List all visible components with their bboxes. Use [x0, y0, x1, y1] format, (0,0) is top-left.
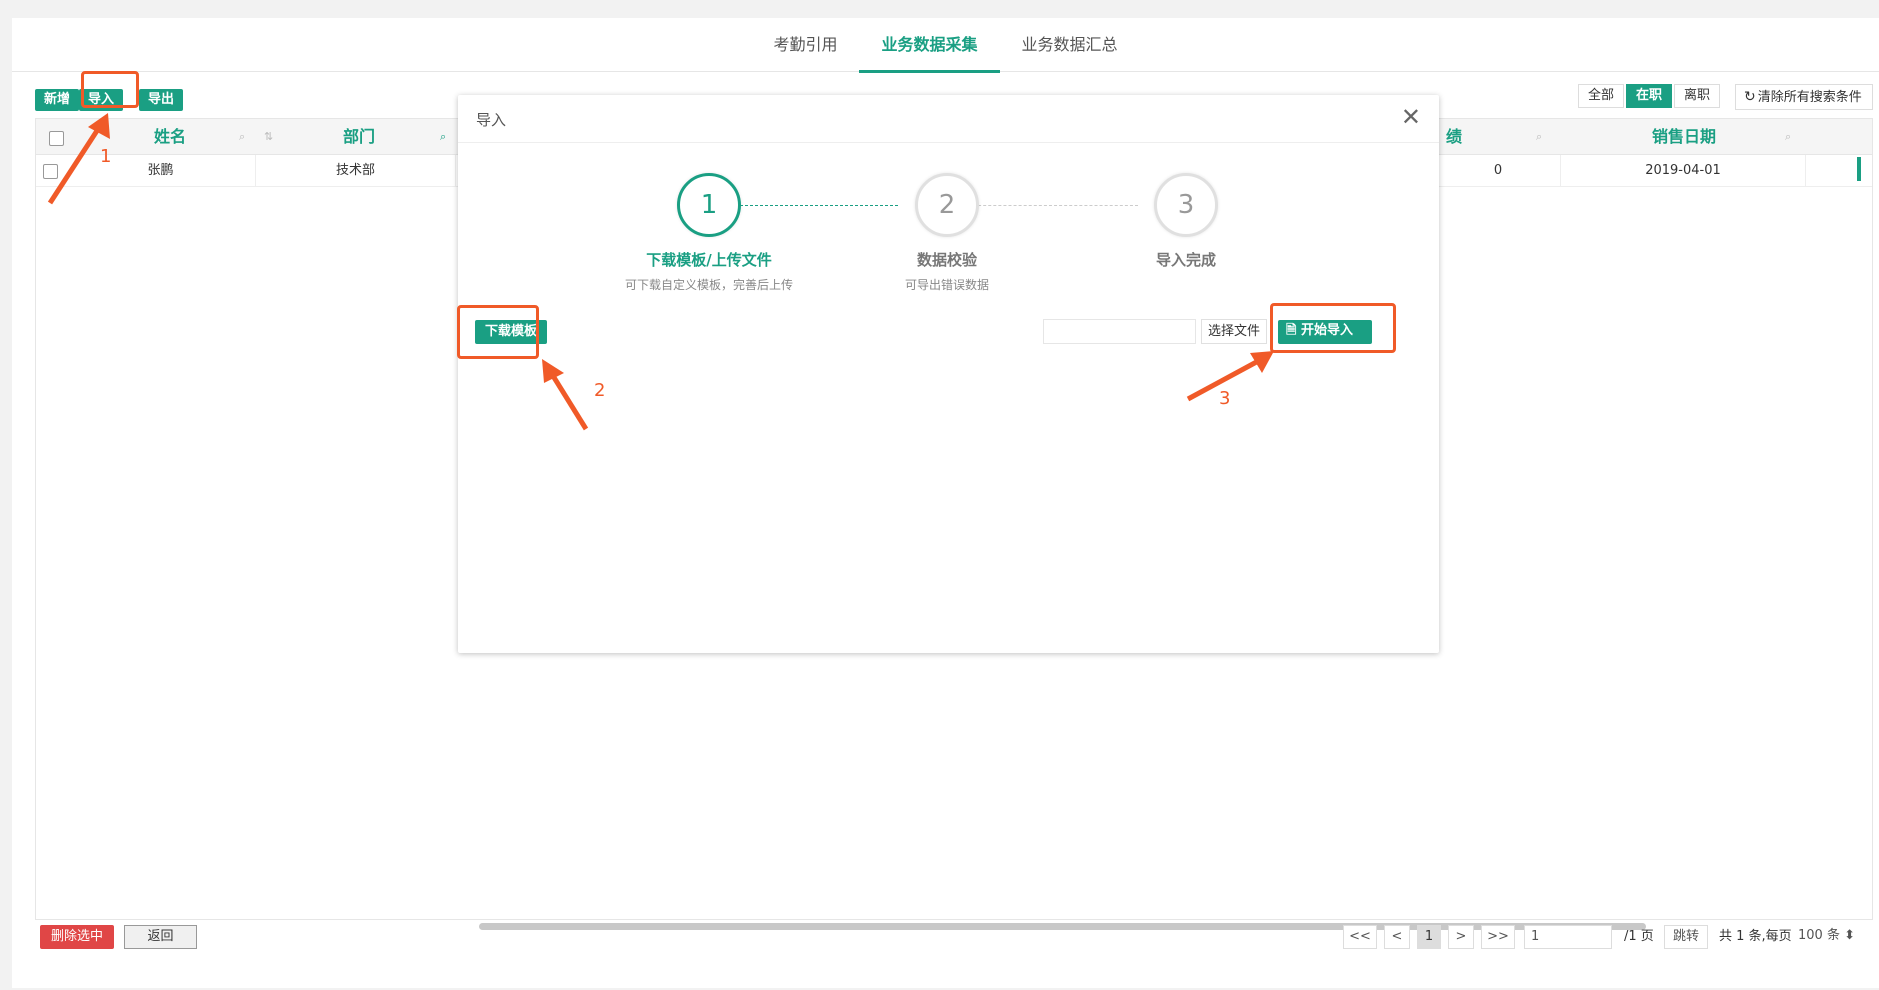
clear-search-button[interactable]: ↻ 清除所有搜索条件: [1735, 84, 1873, 110]
status-filter-group: 全部 在职 离职: [1578, 84, 1721, 108]
dialog-title: 导入: [476, 111, 507, 129]
header-sales-date[interactable]: 销售日期: [1652, 119, 1716, 155]
search-icon[interactable]: ⌕: [1785, 131, 1797, 143]
prev-page-button[interactable]: <: [1384, 925, 1410, 949]
filter-left-button[interactable]: 离职: [1674, 84, 1721, 108]
annotation-arrow-icon: [542, 359, 589, 431]
first-page-button[interactable]: <<: [1343, 925, 1377, 949]
cell-sales-date: 2019-04-01: [1561, 155, 1806, 186]
annotation-box-start-import: [1270, 303, 1396, 353]
record-summary-label: 共 1 条,每页: [1719, 929, 1792, 944]
refresh-icon: ↻: [1744, 89, 1756, 105]
jump-button[interactable]: 跳转: [1664, 925, 1708, 949]
step-connector: [730, 205, 898, 206]
import-dialog: 导入 ✕ 1 2 3 下载模板/上传文件 可下载自定义模板，完善后上传 数据校验…: [457, 95, 1439, 653]
search-icon[interactable]: ⌕: [440, 131, 452, 143]
filter-active-button[interactable]: 在职: [1626, 84, 1673, 108]
annotation-number-3: 3: [1219, 388, 1231, 409]
sort-icon[interactable]: ⇅: [264, 131, 276, 143]
export-button[interactable]: 导出: [139, 89, 184, 111]
search-icon[interactable]: ⌕: [1536, 131, 1548, 143]
total-pages-label: /1 页: [1624, 929, 1654, 944]
file-path-input[interactable]: [1043, 319, 1196, 344]
per-page-value: 100 条: [1798, 928, 1840, 943]
step-1-desc: 可下载自定义模板，完善后上传: [624, 278, 793, 292]
tab-data-summary[interactable]: 业务数据汇总: [1000, 18, 1140, 72]
filter-all-button[interactable]: 全部: [1578, 84, 1625, 108]
header-dept[interactable]: 部门: [343, 119, 375, 155]
cell-performance: 0: [1436, 155, 1561, 186]
sort-arrows-icon: ⬍: [1844, 928, 1855, 943]
search-icon[interactable]: ⌕: [239, 131, 251, 143]
annotation-arrow-icon: [1186, 351, 1274, 402]
close-icon[interactable]: ✕: [1401, 103, 1421, 131]
annotation-arrow-icon: [47, 113, 110, 205]
page-jump-input[interactable]: 1: [1524, 925, 1612, 949]
page-1-button[interactable]: 1: [1417, 925, 1441, 949]
cell-dept: 技术部: [256, 155, 456, 186]
step-2-circle: 2: [915, 173, 979, 237]
header-name[interactable]: 姓名: [154, 119, 186, 155]
step-3-title: 导入完成: [1155, 251, 1216, 269]
step-1-title: 下载模板/上传文件: [646, 251, 772, 269]
step-1-circle: 1: [677, 173, 741, 237]
choose-file-button[interactable]: 选择文件: [1201, 319, 1267, 344]
per-page-select[interactable]: 100 条 ⬍: [1798, 925, 1868, 949]
tab-data-collection[interactable]: 业务数据采集: [859, 18, 1000, 73]
clear-search-label: 清除所有搜索条件: [1757, 90, 1862, 105]
tab-attendance[interactable]: 考勤引用: [751, 18, 859, 72]
tab-bar: 考勤引用 业务数据采集 业务数据汇总: [12, 18, 1879, 73]
back-button[interactable]: 返回: [124, 925, 197, 949]
annotation-box-download: [457, 305, 539, 359]
annotation-number-2: 2: [594, 380, 606, 401]
step-2-title: 数据校验: [916, 251, 977, 269]
row-action-handle[interactable]: [1857, 157, 1861, 181]
header-performance[interactable]: 绩: [1446, 119, 1462, 155]
next-page-button[interactable]: >: [1448, 925, 1474, 949]
last-page-button[interactable]: >>: [1481, 925, 1515, 949]
step-connector: [968, 205, 1138, 206]
step-2-desc: 可导出错误数据: [904, 278, 989, 292]
dialog-header: 导入 ✕: [458, 95, 1439, 143]
annotation-number-1: 1: [100, 146, 112, 167]
step-3-circle: 3: [1154, 173, 1218, 237]
delete-selected-button[interactable]: 删除选中: [40, 925, 114, 949]
